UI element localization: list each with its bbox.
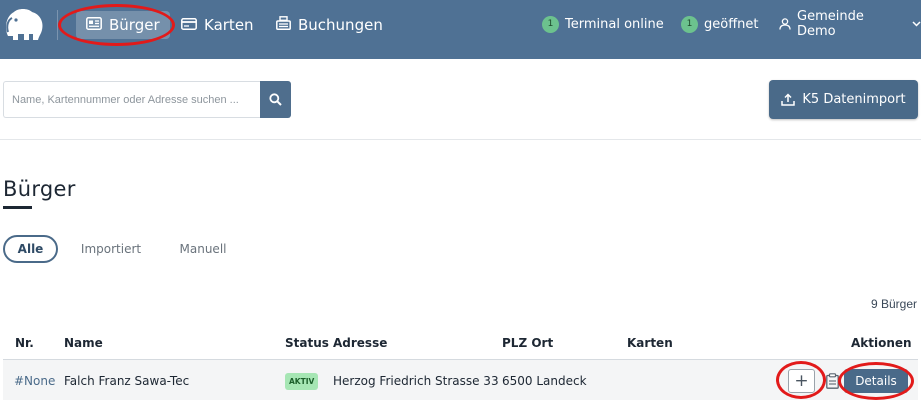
user-icon — [779, 18, 791, 30]
user-menu[interactable]: Gemeinde Demo — [779, 9, 921, 39]
status-badge: AKTIV — [285, 373, 319, 390]
filter-tab-importiert[interactable]: Importiert — [73, 235, 149, 263]
k5-import-button[interactable]: K5 Datenimport — [769, 80, 918, 119]
status-label: Terminal online — [565, 16, 664, 32]
id-card-icon — [86, 16, 102, 34]
nav-item-label: Buchungen — [298, 16, 383, 34]
card-icon — [181, 16, 197, 34]
details-button[interactable]: Details — [844, 369, 908, 393]
row-nr-link[interactable]: #None — [14, 374, 55, 388]
nav-item-buerger[interactable]: Bürger — [76, 11, 170, 39]
nav-item-karten[interactable]: Karten — [171, 11, 264, 39]
add-card-button[interactable]: + — [788, 369, 815, 393]
row-name: Falch Franz Sawa-Tec — [64, 374, 190, 388]
row-adresse: Herzog Friedrich Strasse 33 — [333, 374, 499, 388]
clipboard-icon — [826, 373, 839, 389]
column-header-plz-ort: PLZ Ort — [502, 336, 554, 350]
terminal-status[interactable]: 1 Terminal online — [542, 14, 664, 34]
column-header-adresse: Adresse — [333, 336, 388, 350]
elephant-logo-icon[interactable] — [2, 6, 46, 44]
page-title: Bürger — [3, 177, 76, 201]
nav-item-buchungen[interactable]: Buchungen — [266, 11, 393, 39]
column-header-name: Name — [64, 336, 103, 350]
filter-tab-alle[interactable]: Alle — [3, 235, 58, 263]
status-count-badge: 1 — [681, 15, 698, 33]
column-header-karten: Karten — [627, 336, 673, 350]
chevron-down-icon — [912, 21, 921, 27]
status-label: geöffnet — [704, 16, 759, 32]
status-count-badge: 1 — [542, 15, 559, 33]
nav-item-label: Bürger — [109, 16, 160, 34]
filter-tab-manuell[interactable]: Manuell — [170, 235, 236, 263]
top-navbar: Bürger Karten Buchungen 1 Terminal onlin… — [0, 0, 921, 59]
column-header-aktionen: Aktionen — [851, 336, 912, 350]
import-label: K5 Datenimport — [802, 92, 906, 107]
search-icon — [269, 93, 282, 106]
clipboard-button[interactable] — [823, 370, 842, 392]
column-header-status: Status — [285, 336, 329, 350]
search-input[interactable] — [3, 81, 260, 118]
cash-register-icon — [276, 16, 291, 34]
open-status[interactable]: 1 geöffnet — [681, 14, 759, 34]
section-divider — [0, 139, 921, 140]
row-plz-ort: 6500 Landeck — [502, 374, 587, 388]
result-count: 9 Bürger — [870, 297, 917, 311]
search-bar — [3, 81, 291, 118]
search-button[interactable] — [260, 81, 291, 118]
column-header-nr: Nr. — [15, 336, 34, 350]
nav-separator — [57, 10, 58, 40]
nav-item-label: Karten — [204, 16, 254, 34]
upload-icon — [781, 93, 796, 106]
title-underline — [3, 206, 32, 209]
plus-icon: + — [794, 371, 809, 391]
user-label: Gemeinde Demo — [797, 9, 864, 39]
